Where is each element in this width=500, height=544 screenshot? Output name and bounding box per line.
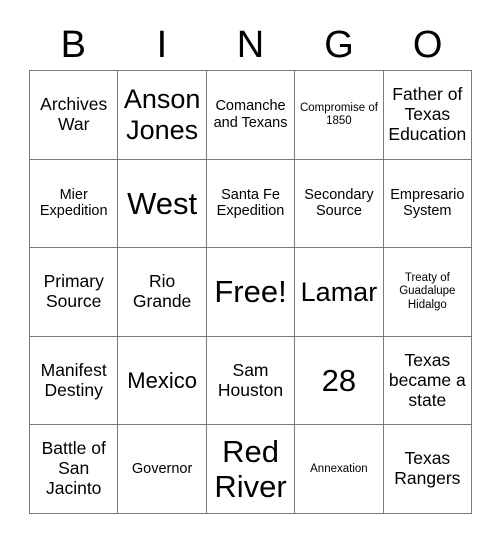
bingo-header-letter-o: O xyxy=(412,24,443,66)
bingo-cell-label: Lamar xyxy=(300,276,378,307)
bingo-cell-label: Red River xyxy=(214,433,287,505)
bingo-header-letter-n: N xyxy=(236,24,265,66)
bingo-cell-free-space[interactable]: Free! xyxy=(206,248,296,337)
bingo-cell[interactable]: Archives War xyxy=(30,71,119,160)
bingo-row: Mier Expedition West Santa Fe Expedition… xyxy=(30,159,473,249)
bingo-cell-label: Anson Jones xyxy=(123,84,201,145)
bingo-cell-label: Secondary Source xyxy=(304,186,374,220)
bingo-row: Manifest Destiny Mexico Sam Houston 28 T… xyxy=(30,336,473,426)
bingo-cell[interactable]: Battle of San Jacinto xyxy=(30,425,119,514)
bingo-cell[interactable]: Father of Texas Education xyxy=(383,71,473,160)
bingo-cell-label: Free! xyxy=(214,274,287,310)
bingo-cell-label: Compromise of 1850 xyxy=(299,101,378,127)
bingo-cell[interactable]: Mier Expedition xyxy=(30,159,119,249)
bingo-cell-label: Texas Rangers xyxy=(394,448,461,489)
bingo-cell[interactable]: Sam Houston xyxy=(206,336,296,426)
bingo-cell-label: Santa Fe Expedition xyxy=(216,186,285,220)
bingo-cell[interactable]: West xyxy=(118,159,207,249)
bingo-card: B I N G O Archives War Anson Jones Coman… xyxy=(29,20,473,514)
bingo-cell-label: Empresario System xyxy=(390,186,465,220)
bingo-cell[interactable]: Texas became a state xyxy=(383,336,473,426)
bingo-cell[interactable]: Compromise of 1850 xyxy=(295,71,384,160)
bingo-header-letter-g: G xyxy=(324,24,354,66)
bingo-header: B I N G O xyxy=(29,20,472,70)
bingo-cell-label: 28 xyxy=(321,362,357,398)
bingo-cell[interactable]: Rio Grande xyxy=(118,248,207,337)
bingo-cell-label: Battle of San Jacinto xyxy=(41,438,106,499)
bingo-cell[interactable]: Manifest Destiny xyxy=(30,336,119,426)
bingo-cell-label: Annexation xyxy=(310,462,368,475)
bingo-row: Primary Source Rio Grande Free! Lamar Tr… xyxy=(30,248,473,337)
bingo-cell-label: Mier Expedition xyxy=(39,186,108,220)
bingo-cell[interactable]: Santa Fe Expedition xyxy=(206,159,296,249)
bingo-cell[interactable]: Mexico xyxy=(118,336,207,426)
bingo-cell[interactable]: Treaty of Guadalupe Hidalgo xyxy=(383,248,473,337)
bingo-cell[interactable]: 28 xyxy=(295,336,384,426)
bingo-cell[interactable]: Lamar xyxy=(295,248,384,337)
bingo-cell-label: Primary Source xyxy=(43,271,104,311)
bingo-cell-label: Manifest Destiny xyxy=(40,359,107,400)
bingo-cell-label: Treaty of Guadalupe Hidalgo xyxy=(399,272,456,311)
bingo-cell[interactable]: Comanche and Texans xyxy=(206,71,296,160)
bingo-cell[interactable]: Red River xyxy=(206,425,296,514)
bingo-cell-label: Governor xyxy=(131,460,193,477)
bingo-header-letter-i: I xyxy=(156,24,168,66)
bingo-cell-label: Texas became a state xyxy=(388,349,466,410)
bingo-cell-label: Sam Houston xyxy=(217,359,284,400)
bingo-row: Archives War Anson Jones Comanche and Te… xyxy=(30,71,473,160)
bingo-cell[interactable]: Governor xyxy=(118,425,207,514)
bingo-header-letter-b: B xyxy=(60,24,86,66)
bingo-row: Battle of San Jacinto Governor Red River… xyxy=(30,425,473,514)
bingo-cell-label: Archives War xyxy=(40,93,108,134)
bingo-cell[interactable]: Annexation xyxy=(295,425,384,514)
bingo-cell-label: West xyxy=(127,185,198,221)
bingo-cell-label: Comanche and Texans xyxy=(213,98,288,131)
bingo-cell[interactable]: Texas Rangers xyxy=(383,425,473,514)
bingo-cell[interactable]: Primary Source xyxy=(30,248,119,337)
bingo-cell-label: Rio Grande xyxy=(132,271,192,311)
bingo-cell[interactable]: Anson Jones xyxy=(118,71,207,160)
bingo-cell-label: Father of Texas Education xyxy=(388,83,467,144)
bingo-grid: Archives War Anson Jones Comanche and Te… xyxy=(29,70,473,514)
bingo-cell[interactable]: Secondary Source xyxy=(295,159,384,249)
bingo-cell-label: Mexico xyxy=(127,368,197,394)
bingo-cell[interactable]: Empresario System xyxy=(383,159,473,249)
